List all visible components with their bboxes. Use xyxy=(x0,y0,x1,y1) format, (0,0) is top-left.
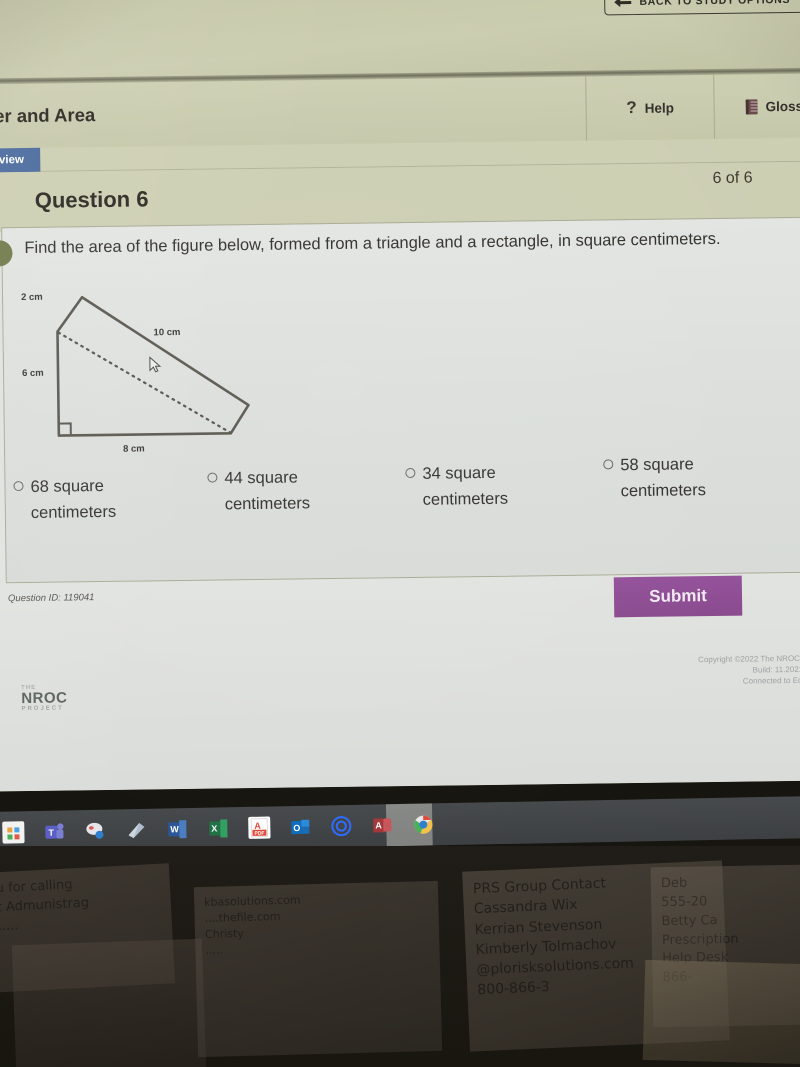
submit-button[interactable]: Submit xyxy=(613,575,743,618)
figure-label-8cm: 8 cm xyxy=(122,443,145,455)
radio-button[interactable] xyxy=(13,481,24,492)
module-title-bar: eter and Area ? Help Glossa xyxy=(0,73,800,149)
mouse-cursor-icon xyxy=(149,356,162,373)
svg-text:A: A xyxy=(375,820,382,830)
microsoft-teams-icon[interactable]: T xyxy=(43,820,65,842)
page-title: Question 6 xyxy=(34,186,149,213)
figure-label-2cm: 2 cm xyxy=(20,291,43,304)
option-label: 44 square centimeters xyxy=(224,468,311,514)
svg-text:A: A xyxy=(254,821,261,831)
excel-icon[interactable]: X xyxy=(207,817,229,839)
geometry-figure: 2 cm 10 cm 6 cm 8 cm xyxy=(21,284,303,463)
back-to-study-options-button[interactable]: BACK TO STUDY OPTIONS xyxy=(604,0,800,16)
word-icon[interactable]: W xyxy=(166,818,188,840)
app-chrome-bar: BACK TO STUDY OPTIONS xyxy=(0,0,800,85)
figure-diagonal xyxy=(57,331,231,434)
question-prompt: Find the area of the figure below, forme… xyxy=(24,229,721,258)
photo-of-laptop-screen: BACK TO STUDY OPTIONS eter and Area ? He… xyxy=(0,0,800,1067)
note-help-desk xyxy=(642,959,800,1065)
onenote-icon[interactable] xyxy=(125,819,147,841)
copyright-block: Copyright ©2022 The NROC Proje Build: 11… xyxy=(698,653,800,688)
figure-label-10cm: 10 cm xyxy=(153,326,181,339)
option-68[interactable]: 68 square centimeters xyxy=(13,472,166,526)
option-58[interactable]: 58 square centimeters xyxy=(603,450,756,504)
nroc-logo-main: NROC xyxy=(21,689,68,708)
svg-text:O: O xyxy=(293,823,300,833)
nroc-logo-sub: PROJECT xyxy=(21,705,64,713)
help-label: Help xyxy=(644,99,675,116)
module-title: eter and Area xyxy=(0,104,96,127)
glossary-label: Glossa xyxy=(765,98,800,114)
microsoft-store-icon[interactable] xyxy=(2,821,25,844)
zoom-icon[interactable] xyxy=(330,815,352,837)
notebook-icon xyxy=(745,98,758,115)
note-line: Betty Ca xyxy=(661,912,718,929)
note-blank xyxy=(11,938,207,1067)
note-line: 555-20 xyxy=(661,894,708,910)
svg-text:X: X xyxy=(211,824,217,834)
radio-button[interactable] xyxy=(405,467,416,479)
svg-text:W: W xyxy=(170,824,179,834)
help-button[interactable]: ? Help xyxy=(585,74,715,141)
adobe-acrobat-icon[interactable]: A PDF xyxy=(248,816,271,839)
access-icon[interactable]: A xyxy=(371,814,393,836)
question-id: Question ID: 119041 xyxy=(7,592,95,605)
option-44[interactable]: 44 square centimeters xyxy=(207,464,360,518)
option-label: 68 square centimeters xyxy=(30,476,117,522)
option-34[interactable]: 34 square centimeters xyxy=(405,459,558,513)
note-line: Deb xyxy=(660,875,688,892)
note-line: Prescription xyxy=(661,931,739,948)
question-card: Find the area of the figure below, forme… xyxy=(0,216,800,584)
option-label: 58 square centimeters xyxy=(620,455,707,501)
figure-label-6cm: 6 cm xyxy=(21,367,44,380)
svg-text:T: T xyxy=(48,828,54,838)
nroc-logo: THE NROC PROJECT xyxy=(21,684,68,712)
option-label: 34 square centimeters xyxy=(422,463,509,509)
connected-text: Connected to EdReas xyxy=(742,675,800,686)
right-angle-marker xyxy=(58,422,72,436)
answer-options: 68 square centimeters 44 square centimet… xyxy=(5,455,800,536)
note-solutions: kbasolutions.com ....thefile.com Christy… xyxy=(193,880,443,1058)
tab-review[interactable]: Review xyxy=(0,147,41,174)
radio-button[interactable] xyxy=(207,472,218,483)
chrome-icon[interactable] xyxy=(412,813,434,835)
svg-text:PDF: PDF xyxy=(254,831,264,837)
tab-review-label: Review xyxy=(0,154,24,167)
outlook-icon[interactable]: O xyxy=(289,816,311,838)
question-badge xyxy=(0,240,13,267)
radio-button[interactable] xyxy=(603,459,614,470)
arrow-left-icon xyxy=(614,0,631,7)
laptop-screen: BACK TO STUDY OPTIONS eter and Area ? He… xyxy=(0,0,800,792)
glossary-button[interactable]: Glossa xyxy=(713,73,800,139)
desk-surface: u for calling t Admunistrag ..... kbasol… xyxy=(0,846,800,1067)
question-counter: 6 of 6 xyxy=(712,169,753,187)
paint-3d-icon[interactable] xyxy=(84,820,106,842)
back-button-label: BACK TO STUDY OPTIONS xyxy=(639,0,791,8)
question-mark-icon: ? xyxy=(626,97,637,118)
